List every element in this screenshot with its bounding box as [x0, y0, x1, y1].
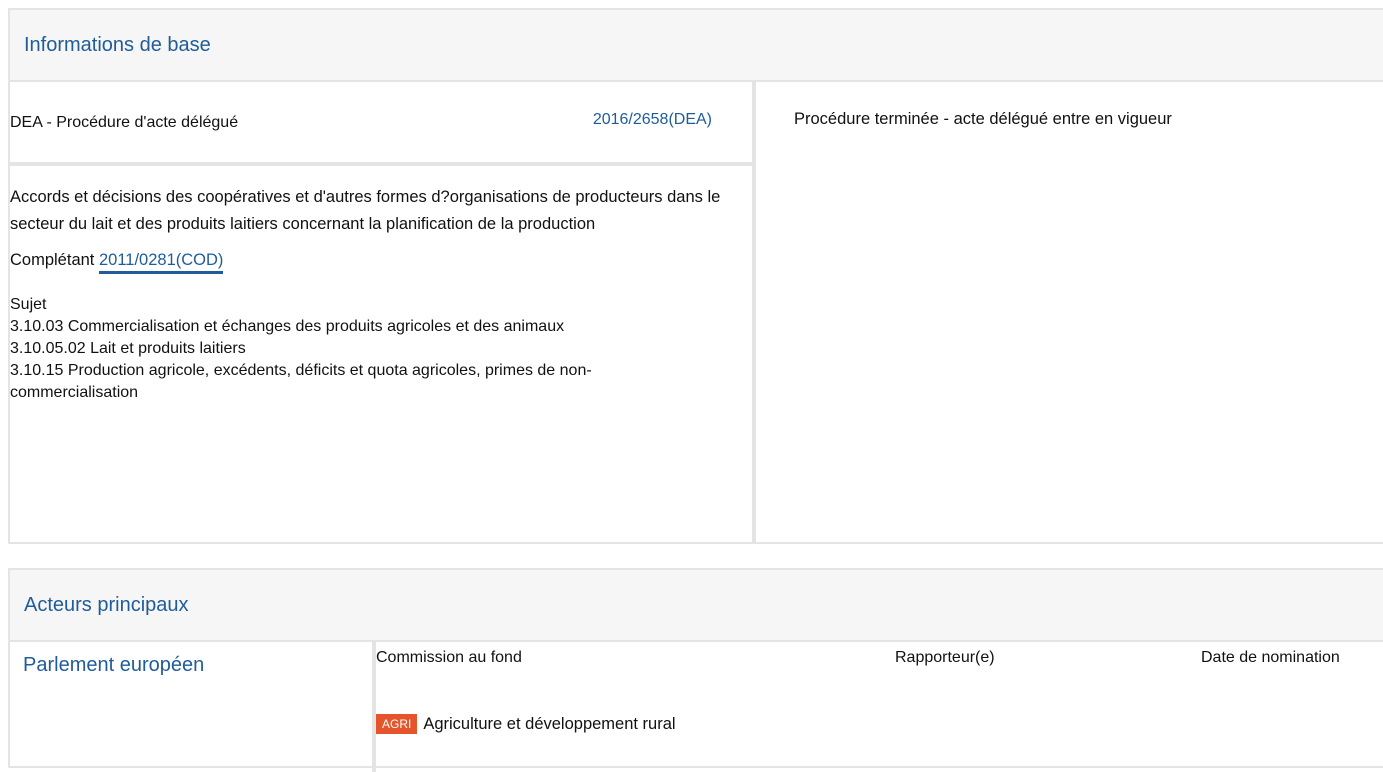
institution-name: Parlement européen — [23, 654, 205, 676]
subject-item: 3.10.05.02 Lait et produits laitiers — [10, 340, 246, 357]
key-actors-panel: Acteurs principaux Parlement européen Co… — [8, 568, 1383, 772]
column-header-nomination-date: Date de nomination — [1201, 649, 1340, 666]
actors-table: Commission au fond Rapporteur(e) Date de… — [372, 642, 1383, 772]
key-actors-title: Acteurs principaux — [24, 593, 189, 616]
complement-reference-link[interactable]: 2011/0281(COD) — [98, 251, 224, 274]
subject-item: 3.10.03 Commercialisation et échanges de… — [10, 318, 565, 335]
basic-info-panel: Informations de base DEA - Procédure d'a… — [8, 8, 1383, 544]
basic-info-title: Informations de base — [24, 33, 211, 56]
column-header-rapporteur: Rapporteur(e) — [895, 649, 995, 666]
procedure-details: DEA - Procédure d'acte délégué 2016/2658… — [10, 82, 756, 542]
complement-label: Complétant — [10, 251, 95, 269]
procedure-type: DEA - Procédure d'acte délégué — [10, 114, 239, 131]
procedure-status: Procédure terminée - acte délégué entre … — [794, 110, 1172, 128]
procedure-description-block: Accords et décisions des coopératives et… — [10, 166, 745, 274]
procedure-description: Accords et décisions des coopératives et… — [10, 188, 721, 233]
subject-label: Sujet — [10, 296, 47, 313]
subject-item: 3.10.15 Production agricole, excédents, … — [10, 362, 592, 401]
key-actors-header: Acteurs principaux — [10, 570, 1383, 642]
column-header-committee: Commission au fond — [376, 649, 522, 666]
procedure-reference-link[interactable]: 2016/2658(DEA) — [593, 111, 712, 129]
key-actors-body: Parlement européen Commission au fond Ra… — [10, 642, 1383, 772]
procedure-type-row: DEA - Procédure d'acte délégué 2016/2658… — [10, 82, 752, 166]
committee-row: AGRI Agriculture et développement rural — [376, 714, 676, 734]
complement-line: Complétant 2011/0281(COD) — [10, 247, 745, 274]
committee-name: Agriculture et développement rural — [423, 714, 676, 733]
basic-info-header: Informations de base — [10, 10, 1383, 82]
committee-badge[interactable]: AGRI — [376, 714, 418, 734]
subject-block: Sujet 3.10.03 Commercialisation et échan… — [10, 294, 710, 404]
